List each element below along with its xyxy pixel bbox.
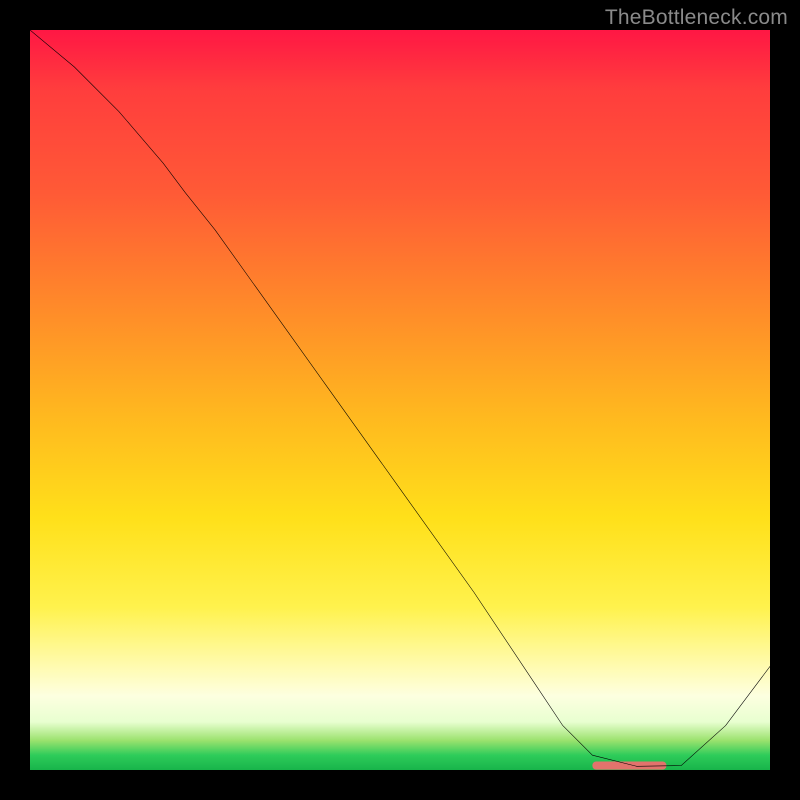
plot-area [30,30,770,770]
watermark-text: TheBottleneck.com [605,6,788,30]
curve-line [30,30,770,766]
optimal-marker [592,761,666,769]
chart-svg [30,30,770,770]
chart-frame: TheBottleneck.com [0,0,800,800]
